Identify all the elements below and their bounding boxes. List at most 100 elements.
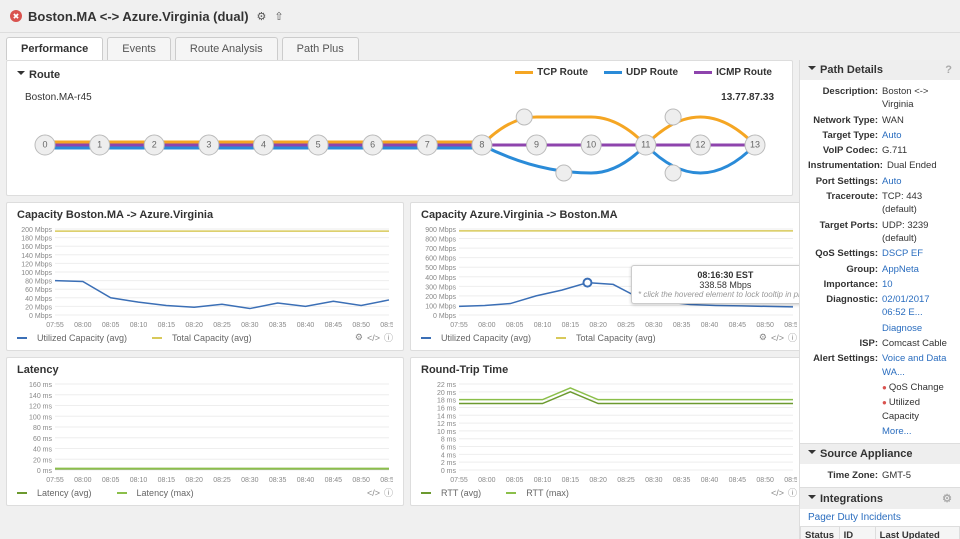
collapse-caret-icon[interactable] [808,66,816,74]
more-link[interactable]: More... [882,425,952,438]
svg-text:80 ms: 80 ms [33,425,53,432]
path-detail-row: ISP:Comcast Cable [800,336,960,351]
legend-lat-max: Latency (max) [137,488,194,498]
svg-text:60 Mbps: 60 Mbps [25,287,52,294]
svg-text:08:40: 08:40 [297,477,315,484]
svg-text:08:35: 08:35 [269,477,287,484]
info-icon[interactable]: ⓘ [788,331,797,344]
svg-text:08:00: 08:00 [478,322,496,329]
path-detail-row: Alert Settings:Voice and Data WA... [800,351,960,380]
svg-text:180 Mbps: 180 Mbps [21,236,52,243]
svg-text:08:05: 08:05 [102,322,120,329]
svg-text:08:00: 08:00 [74,477,92,484]
svg-text:80 Mbps: 80 Mbps [25,279,52,286]
tab-performance[interactable]: Performance [6,37,103,60]
svg-text:8 ms: 8 ms [441,437,457,444]
tab-bar: Performance Events Route Analysis Path P… [0,33,960,60]
chart-rtt: Round-Trip Time 22 ms20 ms18 ms16 ms14 m… [410,357,799,506]
route-legend: TCP Route UDP Route ICMP Route [505,67,782,82]
svg-text:0 ms: 0 ms [441,468,457,475]
svg-text:08:15: 08:15 [158,477,176,484]
svg-text:20 ms: 20 ms [437,390,457,397]
svg-text:20 ms: 20 ms [33,457,53,464]
code-icon[interactable]: </> [367,488,380,498]
svg-text:08:55: 08:55 [784,477,797,484]
svg-text:4 ms: 4 ms [441,452,457,459]
svg-text:08:50: 08:50 [756,322,774,329]
svg-text:22 ms: 22 ms [437,382,457,389]
gear-icon[interactable]: ⚙ [942,492,952,505]
svg-text:08:00: 08:00 [74,322,92,329]
svg-text:08:30: 08:30 [241,477,259,484]
info-icon[interactable]: ⓘ [384,331,393,344]
svg-text:08:05: 08:05 [506,322,524,329]
path-detail-row: Instrumentation:Dual Ended [800,158,960,173]
gear-icon[interactable]: ⚙ [759,332,767,343]
svg-text:120 ms: 120 ms [29,404,52,411]
route-diagram[interactable]: 012345678910111213 [25,105,775,185]
svg-text:08:40: 08:40 [701,322,719,329]
svg-text:0: 0 [42,139,47,149]
svg-text:7: 7 [425,139,430,149]
svg-text:10 ms: 10 ms [437,429,457,436]
svg-text:40 Mbps: 40 Mbps [25,296,52,303]
source-appliance-title: Source Appliance [820,448,913,460]
svg-text:900 Mbps: 900 Mbps [425,227,456,234]
path-detail-row: Network Type:WAN [800,113,960,128]
route-title: Route [29,69,60,81]
page-header: ✖ Boston.MA <-> Azure.Virginia (dual) ⚙ … [0,0,960,33]
svg-text:08:25: 08:25 [213,322,231,329]
collapse-caret-icon[interactable] [17,71,25,79]
col-status: Status [801,527,840,539]
svg-text:800 Mbps: 800 Mbps [425,237,456,244]
tab-events[interactable]: Events [107,37,171,60]
svg-text:160 Mbps: 160 Mbps [21,244,52,251]
svg-text:0 Mbps: 0 Mbps [433,313,456,320]
share-icon[interactable]: ⇧ [274,10,283,23]
code-icon[interactable]: </> [771,333,784,343]
info-icon[interactable]: ⓘ [384,486,393,499]
code-icon[interactable]: </> [367,333,380,343]
svg-text:0 Mbps: 0 Mbps [29,313,52,320]
chart-capacity-a: Capacity Boston.MA -> Azure.Virginia 200… [6,202,404,351]
legend-total-a: Total Capacity (avg) [172,333,252,343]
svg-text:14 ms: 14 ms [437,413,457,420]
alert-sub-row: ●Utilized Capacity [800,395,960,424]
svg-text:08:40: 08:40 [297,322,315,329]
legend-tcp: TCP Route [537,67,588,78]
collapse-caret-icon[interactable] [808,450,816,458]
svg-text:08:10: 08:10 [130,477,148,484]
collapse-caret-icon[interactable] [808,495,816,503]
gear-icon[interactable]: ⚙ [355,332,363,343]
code-icon[interactable]: </> [771,488,784,498]
legend-total-b: Total Capacity (avg) [576,333,656,343]
path-detail-row: Traceroute:TCP: 443 (default) [800,189,960,218]
legend-rtt-avg: RTT (avg) [441,488,481,498]
tab-route-analysis[interactable]: Route Analysis [175,37,278,60]
svg-text:08:20: 08:20 [589,477,607,484]
svg-text:140 Mbps: 140 Mbps [21,253,52,260]
svg-text:700 Mbps: 700 Mbps [425,246,456,253]
col-updated: Last Updated [875,527,959,539]
svg-text:07:55: 07:55 [450,322,468,329]
chart-capacity-a-plot[interactable]: 200 Mbps180 Mbps160 Mbps140 Mbps120 Mbps… [17,225,393,329]
tab-path-plus[interactable]: Path Plus [282,37,359,60]
integrations-table: StatusIDLast Updated ✖6868202/01/2017 06… [800,526,960,539]
svg-text:07:55: 07:55 [46,322,64,329]
svg-text:100 ms: 100 ms [29,414,52,421]
svg-text:20 Mbps: 20 Mbps [25,304,52,311]
chart-latency-plot[interactable]: 160 ms140 ms120 ms100 ms80 ms60 ms40 ms2… [17,380,393,484]
info-icon[interactable]: ⓘ [788,486,797,499]
svg-text:6 ms: 6 ms [441,445,457,452]
svg-text:08:20: 08:20 [589,322,607,329]
chart-rtt-plot[interactable]: 22 ms20 ms18 ms16 ms14 ms12 ms10 ms8 ms6… [421,380,797,484]
chart-capacity-b-plot[interactable]: 900 Mbps800 Mbps700 Mbps600 Mbps500 Mbps… [421,225,797,329]
svg-text:12: 12 [695,139,705,149]
svg-text:08:25: 08:25 [617,322,635,329]
pagerduty-link[interactable]: Pager Duty Incidents [800,509,960,526]
gear-icon[interactable]: ⚙ [257,10,267,23]
svg-text:300 Mbps: 300 Mbps [425,284,456,291]
help-icon[interactable]: ? [945,64,952,76]
svg-text:08:05: 08:05 [102,477,120,484]
alert-sub-row: ●QoS Change [800,380,960,395]
